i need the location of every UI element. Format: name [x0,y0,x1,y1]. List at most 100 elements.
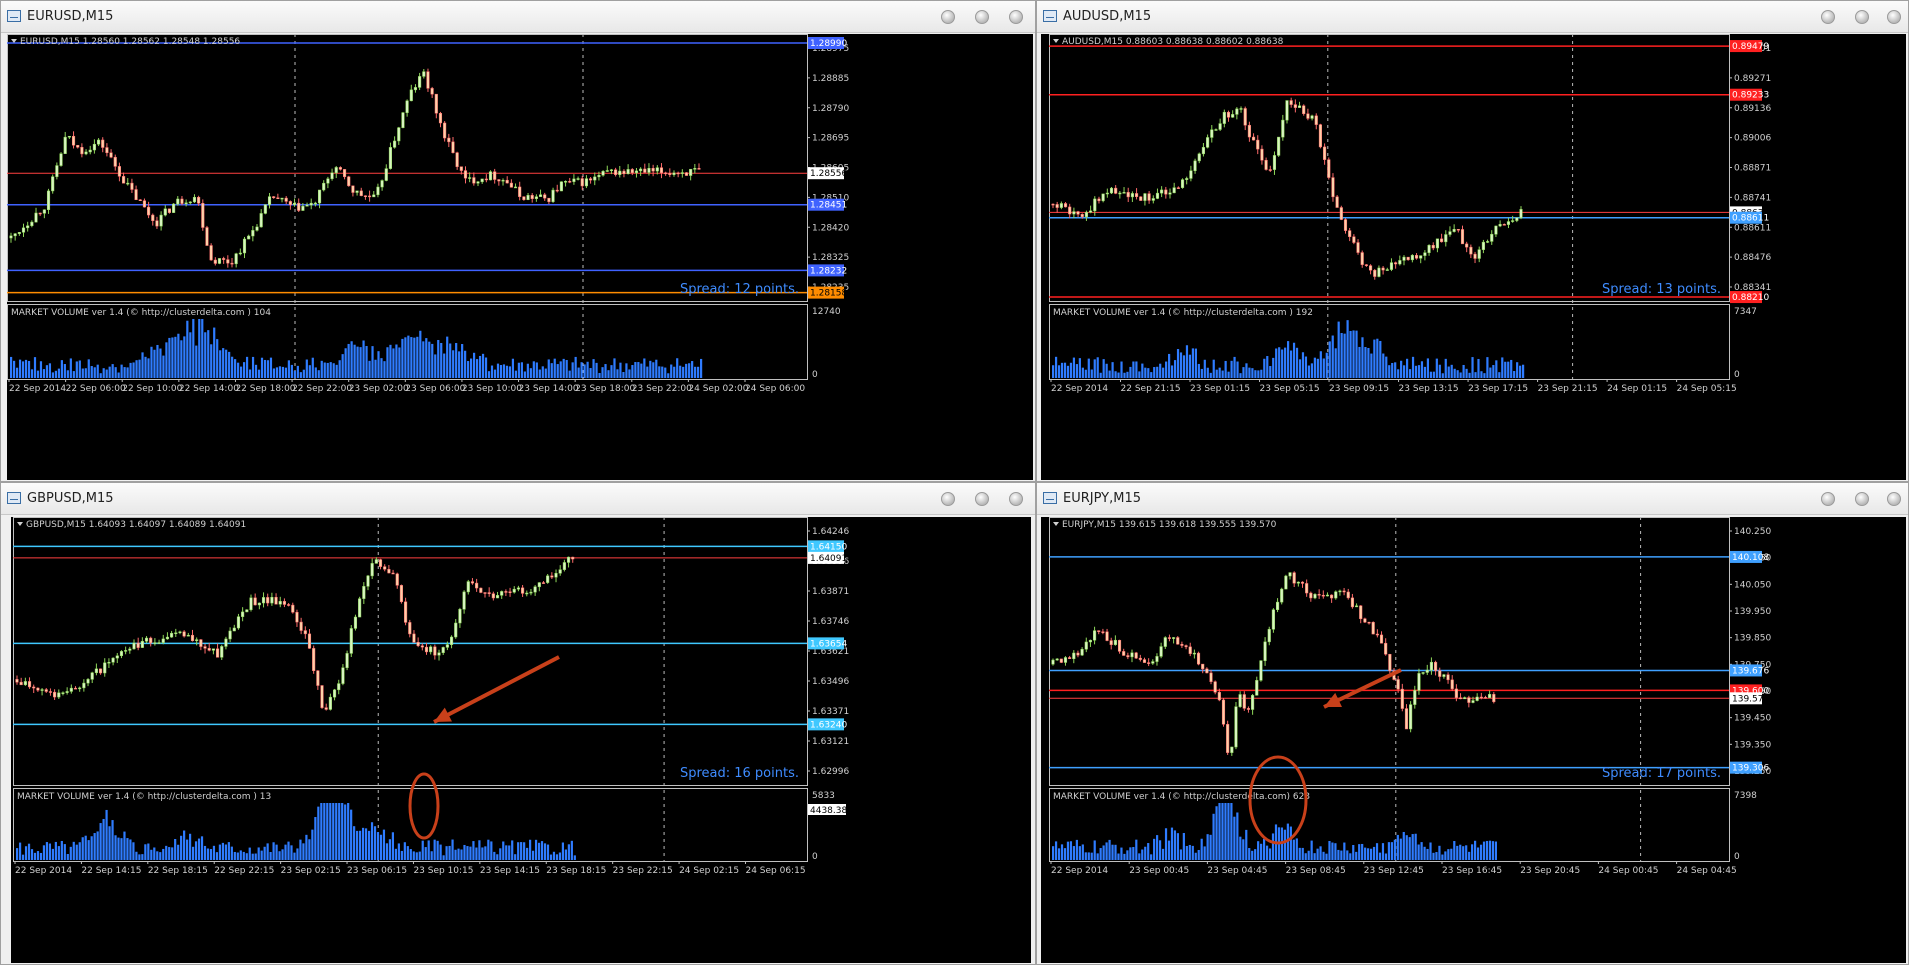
volume-bar [209,849,213,860]
chart-eurjpy[interactable]: 140.250140.150140.050139.950139.850139.7… [1041,517,1906,963]
minimize-button[interactable] [1821,10,1835,24]
x-tick-label: 23 Sep 05:15 [1260,384,1320,394]
volume-bar [646,366,649,378]
maximize-button[interactable] [975,10,989,24]
volume-bar [147,843,150,860]
candle-body [1193,160,1197,171]
volume-bar [183,336,186,378]
close-button[interactable] [1009,10,1023,24]
candle-body [1164,189,1168,195]
candle-body [1105,192,1109,195]
maximize-button[interactable] [1855,10,1869,24]
volume-bar [493,851,496,860]
volume-bar [162,355,165,378]
window-titlebar[interactable]: GBPUSD,M15 [1,483,1035,515]
volume-bar [320,803,323,860]
volume-bar [424,847,427,860]
volume-bar [1450,364,1453,378]
volume-bar [1212,813,1215,860]
volume-bar [153,349,156,378]
candle-body [1363,618,1367,623]
minimize-button[interactable] [941,10,955,24]
volume-bar [192,319,195,378]
maximize-button[interactable] [1855,492,1869,506]
volume-bar [1319,351,1322,378]
close-button[interactable] [1887,492,1901,506]
volume-bar [120,364,123,378]
volume-bar [231,356,234,378]
candle-body [305,204,309,207]
candle-body [1160,189,1164,194]
level-label: 1.63654 [810,639,847,649]
candle-body [426,71,430,89]
volume-bar [1346,320,1349,378]
candle-body [257,602,261,606]
volume-bar [1069,841,1073,860]
level-label: 1.28990 [810,39,847,49]
volume-bar [257,847,260,860]
window-titlebar[interactable]: AUDUSD,M15 [1037,1,1908,33]
window-titlebar[interactable]: EURJPY,M15 [1037,483,1908,515]
level-label: 139.306 [1732,764,1769,774]
candle-body [1234,706,1238,748]
maximize-button[interactable] [975,492,989,506]
volume-max-label: 12740 [812,307,841,317]
volume-bar [1465,845,1468,860]
chart-audusd[interactable]: 0.894010.892710.891360.890060.888710.887… [1041,34,1906,480]
volume-bar [1111,362,1114,378]
chart-eurusd[interactable]: 1.289751.288851.287901.286951.286051.285… [7,34,1033,480]
volume-bar [1447,849,1450,860]
minimize-button[interactable] [941,492,955,506]
volume-bar [649,360,652,378]
candle-body [113,156,117,167]
candle-body [1122,192,1126,194]
window-titlebar[interactable]: EURUSD,M15 [1,1,1035,33]
volume-bar [1262,838,1266,860]
candle-body [374,559,378,564]
close-button[interactable] [1009,492,1023,506]
minimize-button[interactable] [1821,492,1835,506]
chart-gbpusd[interactable]: 1.642461.639961.638711.637461.636211.634… [11,517,1031,963]
candle-body [176,198,180,205]
volume-bar [1212,359,1215,378]
candle-body [140,641,144,648]
close-button[interactable] [1887,10,1901,24]
candle-body [1188,646,1192,654]
candle-body [236,616,241,629]
candle-body [274,596,278,605]
candle-body [676,172,680,175]
volume-bar [446,336,449,378]
candle-body [495,595,500,599]
volume-bar [421,840,424,860]
candle-body [165,636,169,640]
volume-bar [165,845,168,860]
candle-body [388,147,392,169]
volume-bar [165,342,168,378]
volume-bar [1301,847,1304,860]
x-tick-label: 23 Sep 02:15 [281,866,341,876]
volume-bar [168,847,171,860]
candle-body [1084,212,1088,217]
candle-body [291,604,295,613]
y-tick-label: 1.28695 [812,134,849,144]
volume-bar [335,803,338,860]
volume-bar [1165,361,1168,378]
volume-bar [171,847,174,860]
volume-bar [347,803,350,860]
y-tick-label: 0.88476 [1734,253,1771,263]
candle-body [249,597,253,611]
candle-body [655,167,659,172]
volume-bar [269,852,272,860]
candle-body [353,616,358,629]
volume-bar [1405,835,1408,860]
candle-body [295,612,299,623]
volume-bar [60,840,63,860]
candle-body [693,168,697,170]
volume-bar [1414,365,1418,378]
candle-body [668,173,672,175]
candle-body [40,689,44,691]
volume-bar [36,370,40,378]
candle-body [472,177,476,184]
volume-bar [1420,842,1423,860]
candle-body [330,172,334,180]
